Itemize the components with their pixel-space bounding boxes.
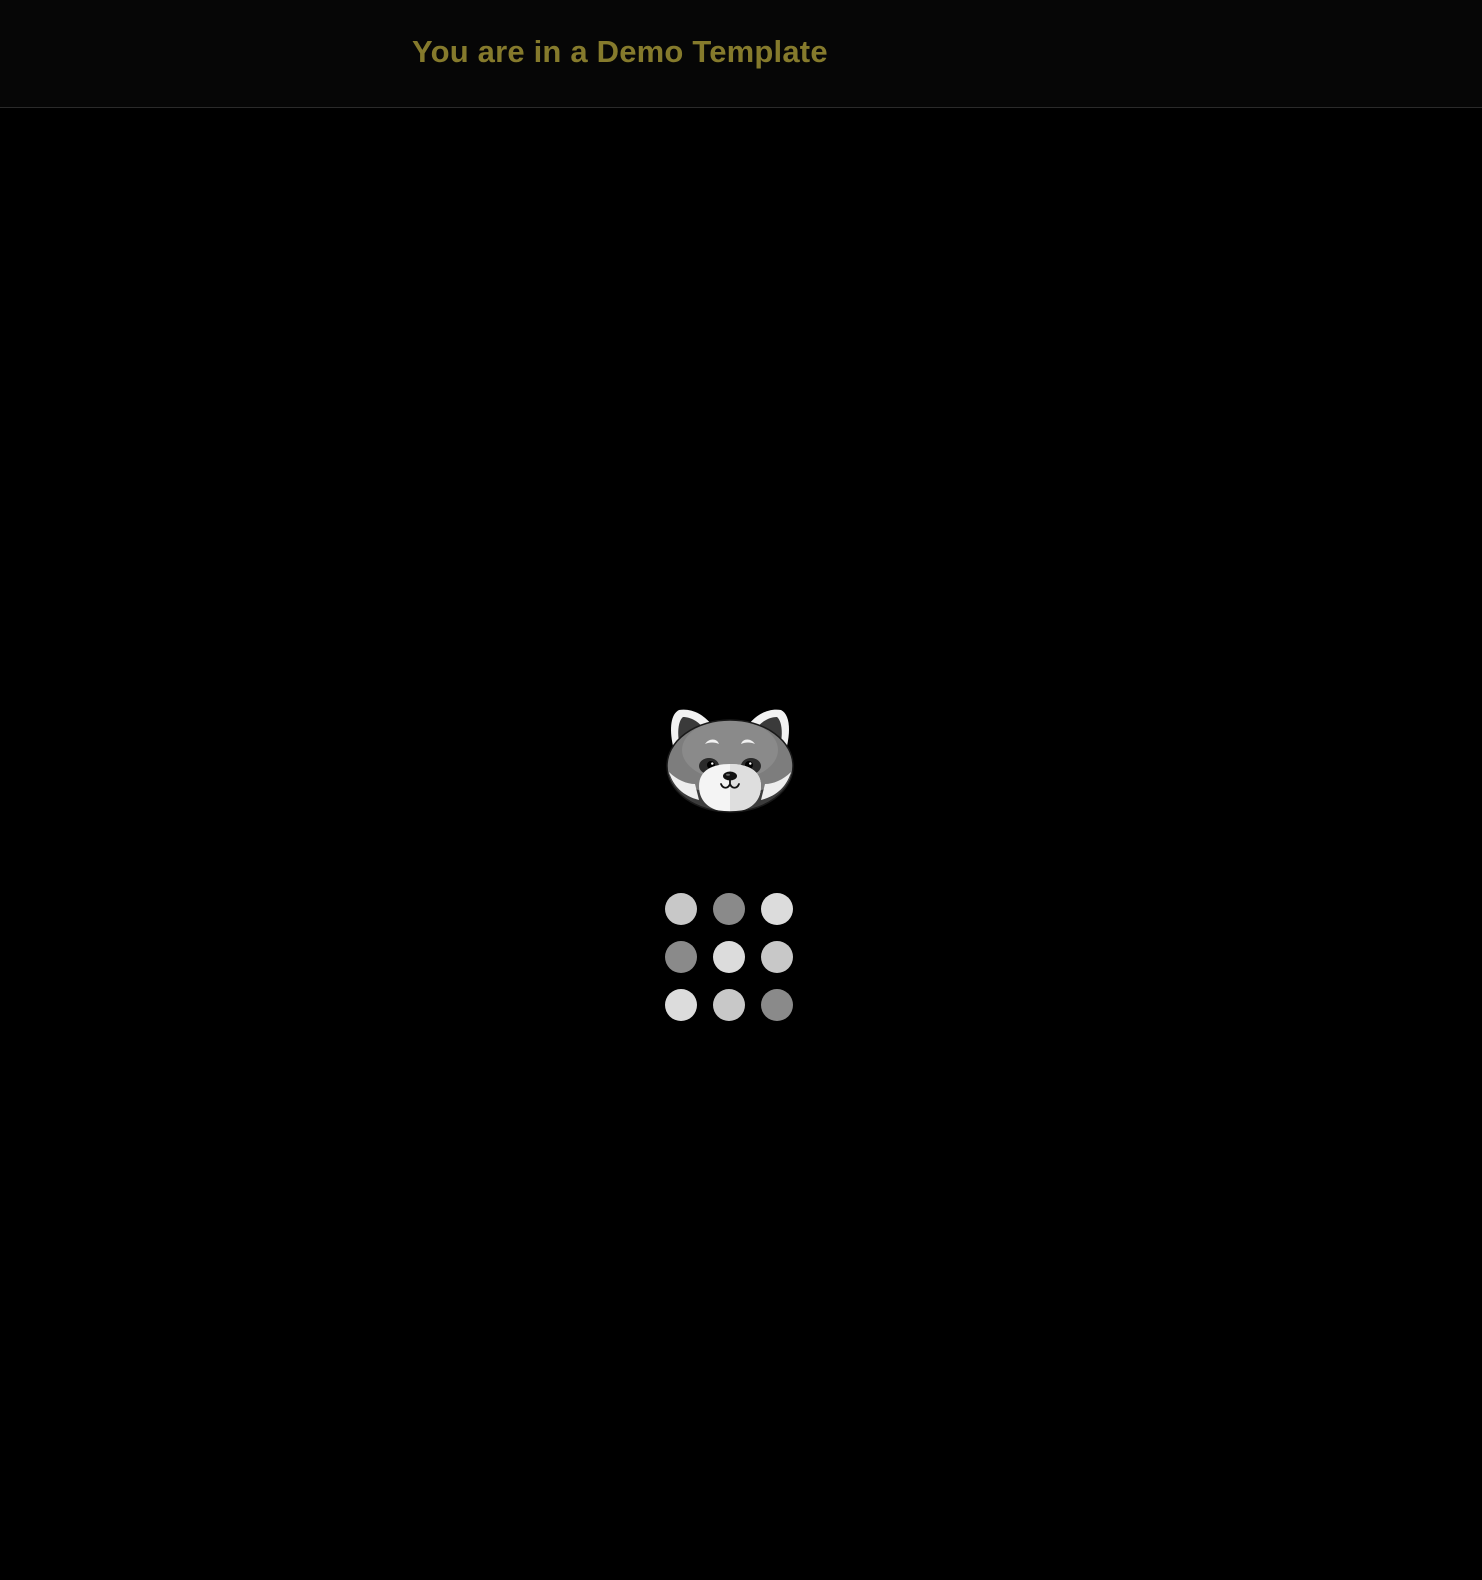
red-panda-mascot-icon [666, 709, 794, 813]
loading-dot [665, 941, 697, 973]
loading-dot [713, 989, 745, 1021]
demo-banner: You are in a Demo Template [0, 0, 1482, 108]
loading-screen [665, 708, 795, 1023]
loading-dot [713, 893, 745, 925]
loading-dot [761, 989, 793, 1021]
demo-template-title: You are in a Demo Template [412, 34, 828, 69]
loading-dot [665, 989, 697, 1021]
loading-dot [761, 893, 793, 925]
loading-dots-grid-icon [665, 893, 795, 1023]
loading-dot [665, 893, 697, 925]
loading-dot [713, 941, 745, 973]
loading-dot [761, 941, 793, 973]
